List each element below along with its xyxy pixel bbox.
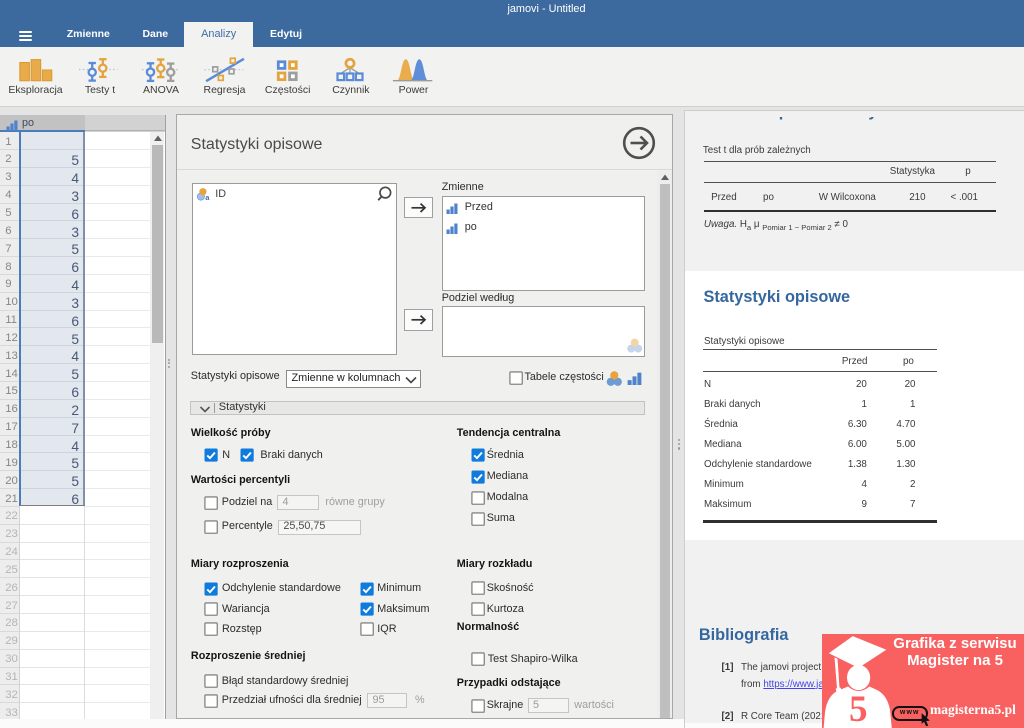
svg-text:a: a — [205, 193, 210, 202]
svg-text:5: 5 — [849, 688, 868, 728]
